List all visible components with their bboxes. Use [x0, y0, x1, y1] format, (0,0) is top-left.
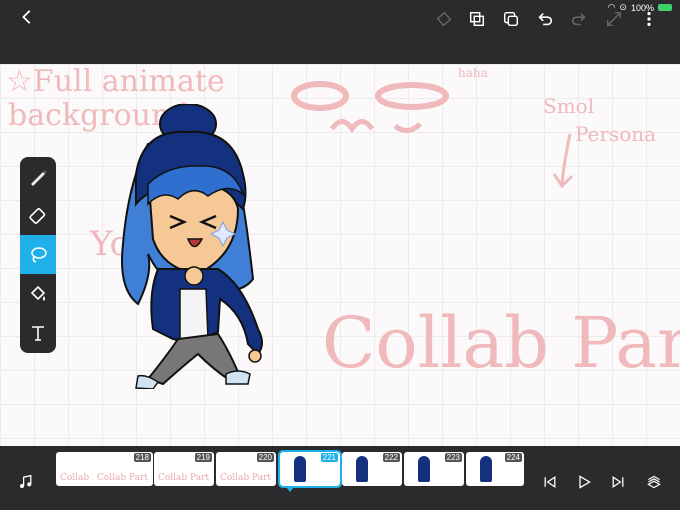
play-button[interactable] — [574, 472, 594, 492]
tool-eraser[interactable] — [20, 196, 56, 235]
frame-thumb[interactable]: Collab Part 220 — [216, 452, 276, 486]
lasso-icon — [31, 246, 47, 263]
frame-thumb[interactable]: 224 — [466, 452, 524, 486]
eraser-icon — [29, 207, 46, 224]
battery-icon — [658, 4, 672, 11]
play-icon — [579, 475, 591, 489]
eraser-outline-icon — [436, 11, 452, 27]
copy-frame-button[interactable] — [500, 8, 522, 30]
character-thumb — [418, 456, 430, 482]
sketch-full-animate: ☆Full animate — [6, 64, 225, 99]
tool-lasso[interactable] — [20, 235, 56, 274]
fullscreen-button[interactable] — [603, 8, 625, 30]
frame-strip[interactable]: Collab Part 217 Collab Part 218 Collab P… — [56, 446, 526, 492]
duplicate-frame-button[interactable] — [466, 8, 488, 30]
sketch-persona: Persona — [575, 122, 657, 146]
current-frame-marker — [286, 487, 294, 492]
character-thumb — [480, 456, 492, 482]
skip-forward-icon — [612, 476, 624, 488]
first-frame-button[interactable] — [540, 472, 560, 492]
undo-button[interactable] — [534, 8, 556, 30]
redo-button[interactable] — [568, 8, 590, 30]
sketch-arrow — [552, 133, 574, 189]
sketch-smol: Smol — [543, 94, 595, 118]
character-thumb — [294, 456, 306, 482]
copy-icon — [503, 11, 519, 27]
frame-thumb[interactable]: Collab Part 218 — [93, 452, 153, 486]
paint-bucket-icon — [30, 285, 46, 301]
text-icon — [32, 325, 44, 341]
layers-icon — [647, 475, 661, 489]
frame-thumb[interactable]: 223 — [404, 452, 464, 486]
more-button[interactable] — [638, 8, 660, 30]
tool-fill[interactable] — [20, 274, 56, 313]
frame-thumb-current[interactable]: 221 — [278, 450, 342, 488]
clear-button[interactable] — [433, 8, 455, 30]
more-vertical-icon — [647, 11, 651, 27]
back-button[interactable] — [16, 6, 38, 28]
sketch-face — [291, 81, 449, 134]
top-toolbar: ◠ ⊙ 100% — [0, 0, 680, 64]
sketch-collab-part: Collab Part — [322, 302, 680, 384]
expand-icon — [606, 11, 622, 27]
last-frame-button[interactable] — [608, 472, 628, 492]
undo-icon — [538, 13, 553, 26]
drawing-canvas[interactable]: ☆Full animate background haha Smol Perso… — [0, 64, 680, 446]
sketch-haha: haha — [458, 66, 488, 80]
timeline-bar: Collab Part 217 Collab Part 218 Collab P… — [0, 446, 680, 510]
layers-button[interactable] — [644, 472, 664, 492]
chevron-left-icon — [22, 10, 31, 24]
character-thumb — [356, 456, 368, 482]
tool-pen[interactable] — [20, 157, 56, 196]
redo-icon — [571, 13, 586, 26]
sound-button[interactable] — [16, 472, 36, 492]
frame-thumb[interactable]: 222 — [342, 452, 402, 486]
duplicate-icon — [469, 11, 485, 27]
frame-thumb[interactable]: Collab Part 219 — [154, 452, 214, 486]
pen-icon — [31, 169, 47, 186]
character-drawing — [121, 104, 263, 389]
tool-palette — [20, 157, 56, 353]
tool-text[interactable] — [20, 313, 56, 352]
skip-back-icon — [544, 476, 556, 488]
music-note-icon — [20, 474, 32, 488]
